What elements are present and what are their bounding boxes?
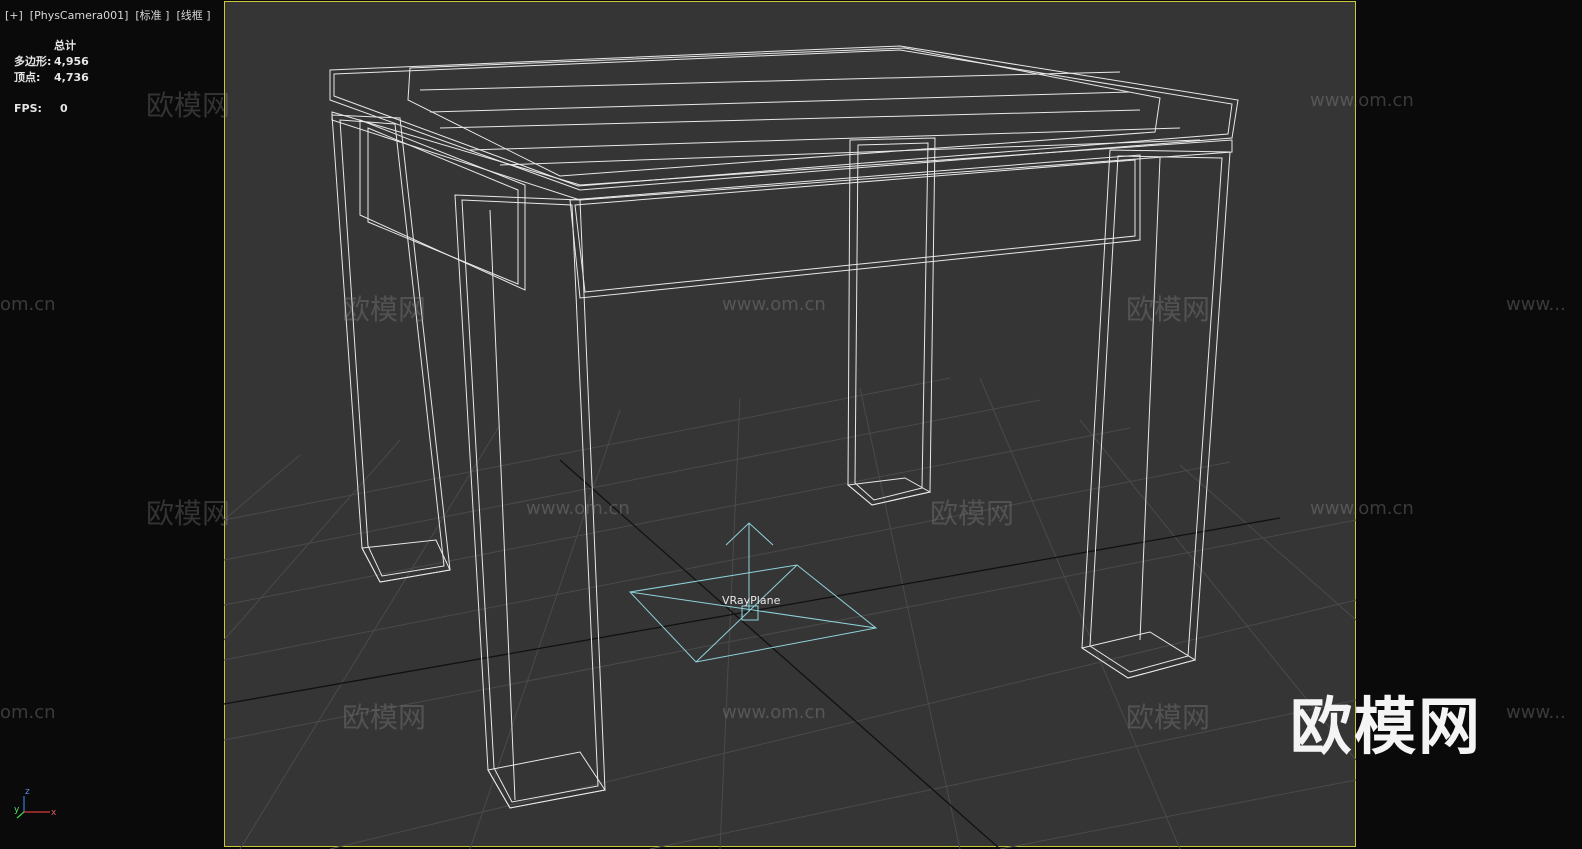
watermark-cn: 欧模网: [1126, 293, 1211, 326]
stats-verts: 顶点: 4,736: [14, 70, 89, 86]
vray-plane-label: VRayPlane: [722, 594, 781, 607]
watermark-url: www...: [1506, 294, 1566, 315]
stats-polys: 多边形: 4,956: [14, 54, 89, 70]
vray-plane-light[interactable]: [628, 522, 878, 663]
watermark-url: www.om.cn: [1310, 90, 1414, 111]
watermark-url: om.cn: [0, 294, 56, 315]
ground-grid: [223, 377, 1357, 849]
verts-label: 顶点:: [14, 71, 41, 84]
grid-axes: [223, 459, 1281, 849]
fps-value: 0: [60, 102, 68, 115]
watermark-cn: 欧模网: [146, 497, 231, 530]
stats-fps: FPS: 0: [14, 101, 89, 117]
watermark-cn: 欧模网: [342, 293, 427, 326]
viewport-label-menu[interactable]: [+] [PhysCamera001] [标准 ] [线框 ]: [5, 7, 211, 23]
watermark-cn: 欧模网: [930, 497, 1015, 530]
watermark-url: www.om.cn: [526, 498, 630, 519]
axis-z-label: z: [25, 787, 30, 797]
polys-value: 4,956: [54, 55, 89, 68]
watermark-cn: 欧模网: [342, 701, 427, 734]
fps-label: FPS:: [14, 102, 42, 115]
brand-logo: 欧模网: [1290, 690, 1483, 763]
watermark-cn: 欧模网: [1126, 701, 1211, 734]
stats-overlay: 总计 多边形: 4,956 顶点: 4,736 FPS: 0: [14, 38, 89, 117]
watermark-url: om.cn: [0, 702, 56, 723]
watermark-url: www.om.cn: [1310, 498, 1414, 519]
watermark-url: www...: [1506, 702, 1566, 723]
table-wireframe[interactable]: [329, 45, 1239, 809]
watermark-url: www.om.cn: [722, 702, 826, 723]
verts-value: 4,736: [54, 71, 89, 84]
watermark-cn: 欧模网: [146, 89, 231, 122]
watermark-url: www.om.cn: [722, 294, 826, 315]
stats-header: 总计: [54, 39, 76, 52]
axis-y-label: y: [14, 805, 20, 815]
axis-gizmo-icon: z x y: [14, 787, 57, 819]
polys-label: 多边形:: [14, 55, 52, 68]
axis-x-label: x: [51, 808, 57, 818]
viewport[interactable]: VRayPlane 欧模网 www.om.cn om.cn 欧模网 www.om…: [0, 0, 1582, 849]
